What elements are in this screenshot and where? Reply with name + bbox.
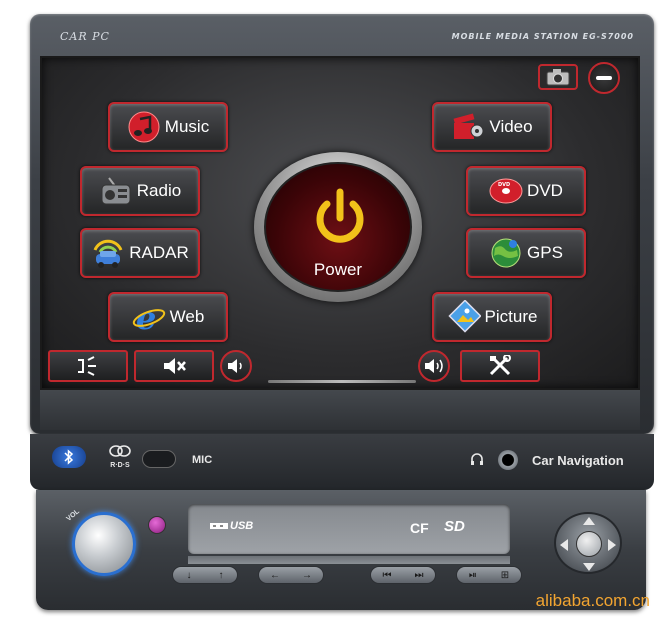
picture-icon bbox=[447, 299, 482, 334]
arrow-up-icon[interactable]: ↑ bbox=[219, 570, 224, 581]
mute-button[interactable] bbox=[134, 350, 214, 382]
music-label: Music bbox=[164, 117, 210, 136]
power-button[interactable]: Power bbox=[254, 152, 422, 302]
play-pause-icon[interactable]: ⏯ bbox=[469, 570, 477, 581]
usb-icon: USB bbox=[210, 520, 253, 532]
power-label: Power bbox=[313, 260, 363, 279]
settings-tools-icon bbox=[489, 355, 511, 376]
car-navigation-label: Car Navigation bbox=[532, 453, 624, 468]
screen-bezel-bottom bbox=[40, 390, 640, 430]
disc-slot-panel: USB CF SD bbox=[188, 504, 510, 554]
dvd-button[interactable]: DVD DVD bbox=[466, 166, 586, 216]
watermark-text: alibaba.com.cn bbox=[535, 591, 650, 610]
gps-globe-icon bbox=[489, 236, 523, 270]
usb-label: USB bbox=[230, 520, 254, 532]
brand-left-label: CAR PC bbox=[60, 30, 110, 43]
mic-label: MIC bbox=[192, 454, 213, 466]
mute-icon bbox=[164, 358, 186, 374]
dpad-left-icon[interactable] bbox=[560, 539, 568, 551]
dpad-right-icon[interactable] bbox=[608, 539, 616, 551]
touch-screen: Music Radio RADAR e Web Video DVD DVD GP… bbox=[40, 56, 640, 390]
arrow-down-icon[interactable]: ↓ bbox=[187, 570, 192, 581]
cf-label: CF bbox=[410, 520, 429, 536]
radar-icon bbox=[91, 236, 125, 270]
settings-button[interactable] bbox=[460, 350, 540, 382]
model-label: MOBILE MEDIA STATION EG-S7000 bbox=[451, 32, 634, 41]
down-up-buttons[interactable]: ↓ ↑ bbox=[172, 566, 238, 584]
volume-slider[interactable] bbox=[268, 380, 416, 383]
eq-icon bbox=[78, 356, 96, 376]
disc-slot[interactable] bbox=[188, 556, 510, 564]
gps-label: GPS bbox=[527, 243, 563, 262]
rds-icon: R·D·S bbox=[108, 444, 132, 472]
play-windows-buttons[interactable]: ⏯ ⊞ bbox=[456, 566, 522, 584]
track-buttons[interactable]: ⏮ ⏭ bbox=[370, 566, 436, 584]
volume-up-icon bbox=[425, 359, 443, 373]
control-strip: R·D·S MIC Car Navigation bbox=[30, 434, 654, 490]
arrow-left-icon[interactable]: ← bbox=[270, 570, 280, 581]
left-right-buttons[interactable]: ← → bbox=[258, 566, 324, 584]
head-unit-upper: CAR PC MOBILE MEDIA STATION EG-S7000 Mus… bbox=[30, 14, 654, 434]
web-button[interactable]: e Web bbox=[108, 292, 228, 342]
windows-logo-icon[interactable]: ⊞ bbox=[501, 570, 509, 581]
headphone-jack[interactable] bbox=[498, 450, 518, 470]
headphone-icon bbox=[470, 452, 484, 471]
power-icon bbox=[316, 188, 364, 243]
minimize-icon[interactable] bbox=[588, 62, 620, 94]
video-label: Video bbox=[489, 117, 533, 136]
volume-down-icon bbox=[228, 359, 242, 373]
arrow-right-icon[interactable]: → bbox=[302, 570, 312, 581]
camera-icon[interactable] bbox=[538, 64, 578, 90]
radio-button[interactable]: Radio bbox=[80, 166, 200, 216]
dpad-center-button[interactable] bbox=[576, 531, 602, 557]
vol-label: VOL bbox=[65, 508, 81, 523]
next-track-icon[interactable]: ⏭ bbox=[415, 570, 424, 581]
music-icon bbox=[127, 110, 161, 144]
picture-label: Picture bbox=[484, 307, 538, 326]
svg-text:DVD: DVD bbox=[498, 182, 510, 188]
radio-icon bbox=[99, 174, 133, 208]
eq-button[interactable] bbox=[48, 350, 128, 382]
direction-pad[interactable] bbox=[554, 512, 622, 574]
volume-up-button[interactable] bbox=[418, 350, 450, 382]
web-browser-icon: e bbox=[132, 299, 166, 337]
volume-down-button[interactable] bbox=[220, 350, 252, 382]
video-icon bbox=[451, 110, 485, 144]
web-label: Web bbox=[169, 307, 205, 326]
mic-grille-icon bbox=[142, 450, 176, 468]
power-indicator-led bbox=[148, 516, 166, 534]
music-button[interactable]: Music bbox=[108, 102, 228, 152]
video-button[interactable]: Video bbox=[432, 102, 552, 152]
dvd-label: DVD bbox=[527, 181, 563, 200]
picture-button[interactable]: Picture bbox=[432, 292, 552, 342]
rds-label: R·D·S bbox=[110, 462, 130, 469]
bluetooth-icon bbox=[52, 446, 86, 468]
dvd-icon: DVD bbox=[489, 174, 523, 208]
power-button-face: Power bbox=[264, 162, 412, 292]
gps-button[interactable]: GPS bbox=[466, 228, 586, 278]
radio-label: Radio bbox=[136, 181, 182, 200]
radar-button[interactable]: RADAR bbox=[80, 228, 200, 278]
dpad-down-icon[interactable] bbox=[583, 563, 595, 571]
sd-label: SD bbox=[444, 518, 465, 535]
radar-label: RADAR bbox=[129, 243, 189, 262]
volume-knob[interactable] bbox=[72, 512, 136, 576]
previous-track-icon[interactable]: ⏮ bbox=[383, 570, 392, 581]
dpad-up-icon[interactable] bbox=[583, 517, 595, 525]
